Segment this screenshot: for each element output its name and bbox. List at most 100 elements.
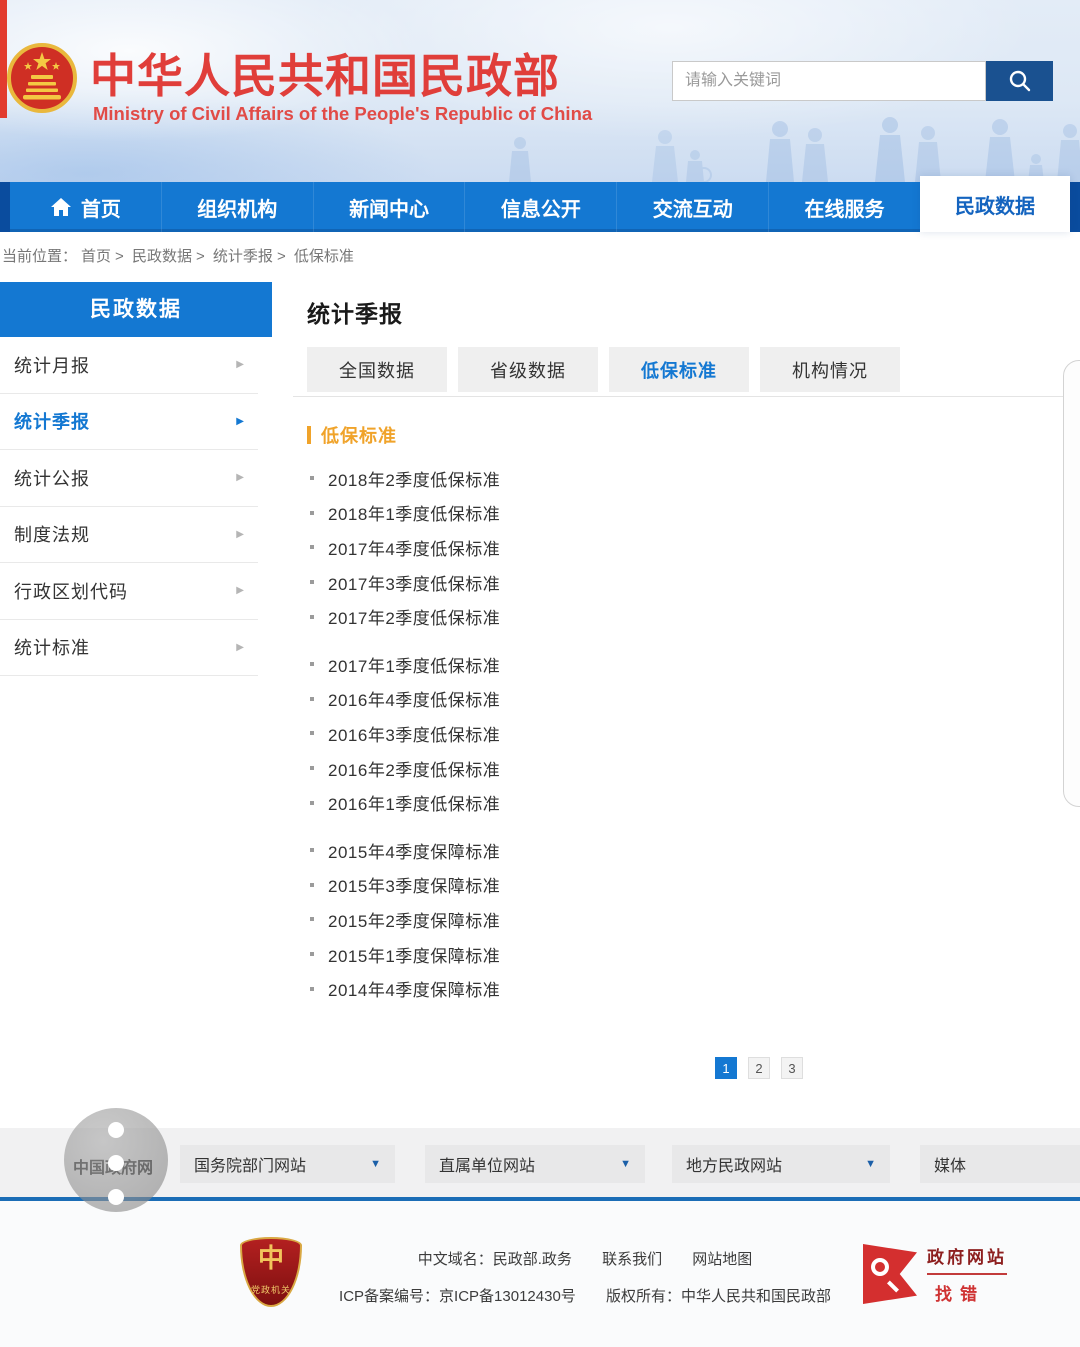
nav-item-label: 交流互动	[653, 193, 733, 222]
breadcrumb-prefix: 当前位置：	[2, 248, 77, 265]
sidebar-item-statistical-standards[interactable]: 统计标准 ▶	[0, 620, 258, 677]
sidebar-item-label: 行政区划代码	[14, 578, 128, 604]
report-list: 2018年2季度低保标准 2018年1季度低保标准 2017年4季度低保标准 2…	[307, 461, 867, 1019]
nav-item-civil-affairs-data[interactable]: 民政数据	[920, 176, 1070, 232]
list-item[interactable]: 2016年1季度低保标准	[307, 785, 867, 820]
sidebar-menu: 统计月报 ▶ 统计季报 ▶ 统计公报 ▶ 制度法规 ▶ 行政区划代码 ▶ 统计标…	[0, 337, 258, 676]
sidebar-title: 民政数据	[0, 282, 272, 337]
breadcrumb-item-home[interactable]: 首页	[81, 248, 111, 265]
bullet-icon	[310, 511, 314, 515]
sidebar-item-admin-division-codes[interactable]: 行政区划代码 ▶	[0, 563, 258, 620]
report-link[interactable]: 2018年2季度低保标准	[328, 466, 500, 491]
bullet-icon	[310, 987, 314, 991]
dropdown-media[interactable]: 媒体	[920, 1145, 1080, 1183]
tab-institution-status[interactable]: 机构情况	[760, 347, 900, 392]
report-link[interactable]: 2016年1季度低保标准	[328, 790, 500, 815]
sidebar-item-monthly-report[interactable]: 统计月报 ▶	[0, 337, 258, 394]
list-item[interactable]: 2017年4季度低保标准	[307, 530, 867, 565]
nav-item-organization[interactable]: 组织机构	[162, 182, 314, 232]
domain-label: 中文域名：民政部.政务	[418, 1251, 572, 1268]
list-item[interactable]: 2015年4季度保障标准	[307, 833, 867, 868]
sidebar-item-quarterly-report[interactable]: 统计季报 ▶	[0, 394, 258, 451]
report-link[interactable]: 2016年2季度低保标准	[328, 756, 500, 781]
list-item[interactable]: 2018年1季度低保标准	[307, 496, 867, 531]
nav-item-home[interactable]: 首页	[10, 182, 162, 232]
tab-subsistence-standard[interactable]: 低保标准	[609, 347, 749, 392]
page-title: 统计季报	[307, 295, 403, 329]
breadcrumb-separator: >	[115, 248, 124, 265]
national-emblem-icon	[6, 42, 78, 114]
site-title: 中华人民共和国民政部	[90, 40, 560, 106]
bullet-icon	[310, 476, 314, 480]
report-link[interactable]: 2015年3季度保障标准	[328, 872, 500, 897]
tab-provincial-data[interactable]: 省级数据	[458, 347, 598, 392]
sidebar-item-regulations[interactable]: 制度法规 ▶	[0, 507, 258, 564]
report-link[interactable]: 2017年2季度低保标准	[328, 604, 500, 629]
list-item[interactable]: 2017年1季度低保标准	[307, 647, 867, 682]
nav-item-online-services[interactable]: 在线服务	[769, 182, 920, 232]
report-link[interactable]: 2018年1季度低保标准	[328, 500, 500, 525]
report-link[interactable]: 2017年4季度低保标准	[328, 535, 500, 560]
nav-item-info-disclosure[interactable]: 信息公开	[465, 182, 617, 232]
pagination: 1 2 3	[715, 1057, 803, 1079]
tab-national-data[interactable]: 全国数据	[307, 347, 447, 392]
list-item[interactable]: 2016年2季度低保标准	[307, 751, 867, 786]
report-link[interactable]: 2015年2季度保障标准	[328, 907, 500, 932]
nav-item-interaction[interactable]: 交流互动	[617, 182, 769, 232]
page-button-2[interactable]: 2	[748, 1057, 770, 1079]
site-map-link[interactable]: 网站地图	[692, 1251, 752, 1268]
sidebar-item-statistical-bulletin[interactable]: 统计公报 ▶	[0, 450, 258, 507]
bullet-icon	[310, 883, 314, 887]
site-error-report-widget[interactable]: 政府网站 找错	[863, 1243, 1007, 1305]
page-button-1[interactable]: 1	[715, 1057, 737, 1079]
list-item[interactable]: 2015年1季度保障标准	[307, 937, 867, 972]
report-link[interactable]: 2016年3季度低保标准	[328, 721, 500, 746]
bullet-icon	[310, 917, 314, 921]
sidebar-item-label: 制度法规	[14, 521, 90, 547]
chevron-right-icon: ▶	[236, 529, 244, 540]
tab-underline	[293, 396, 1080, 397]
bullet-icon	[310, 731, 314, 735]
ellipsis-dot-icon	[108, 1189, 124, 1205]
sidebar-item-label: 统计公报	[14, 465, 90, 491]
list-item[interactable]: 2014年4季度保障标准	[307, 971, 867, 1006]
breadcrumb-separator: >	[196, 248, 205, 265]
search-button[interactable]	[986, 61, 1053, 101]
bullet-icon	[310, 952, 314, 956]
breadcrumb-item-data[interactable]: 民政数据	[132, 248, 192, 265]
floating-assistive-ball[interactable]	[64, 1108, 168, 1212]
error-report-rule	[927, 1273, 1007, 1275]
breadcrumb-item-quarterly[interactable]: 统计季报	[213, 248, 273, 265]
nav-item-news[interactable]: 新闻中心	[314, 182, 466, 232]
list-item[interactable]: 2017年3季度低保标准	[307, 565, 867, 600]
bullet-icon	[310, 801, 314, 805]
sidebar-item-label: 统计季报	[14, 408, 90, 434]
contact-us-link[interactable]: 联系我们	[602, 1251, 662, 1268]
report-link[interactable]: 2015年4季度保障标准	[328, 838, 500, 863]
home-icon	[50, 197, 72, 217]
nav-item-label: 信息公开	[501, 193, 581, 222]
page-button-3[interactable]: 3	[781, 1057, 803, 1079]
list-item[interactable]: 2018年2季度低保标准	[307, 461, 867, 496]
report-link[interactable]: 2017年1季度低保标准	[328, 652, 500, 677]
list-item[interactable]: 2017年2季度低保标准	[307, 599, 867, 634]
report-link[interactable]: 2014年4季度保障标准	[328, 976, 500, 1001]
sidebar-item-label: 统计月报	[14, 352, 90, 378]
list-item[interactable]: 2015年3季度保障标准	[307, 868, 867, 903]
list-item[interactable]: 2016年3季度低保标准	[307, 716, 867, 751]
list-item[interactable]: 2015年2季度保障标准	[307, 902, 867, 937]
scrollbar-pill[interactable]	[1063, 360, 1080, 807]
report-link[interactable]: 2015年1季度保障标准	[328, 942, 500, 967]
dropdown-affiliated-unit-sites[interactable]: 直属单位网站 ▼	[425, 1145, 645, 1183]
bullet-icon	[310, 697, 314, 701]
dropdown-state-council-sites[interactable]: 国务院部门网站 ▼	[180, 1145, 395, 1183]
nav-item-label: 在线服务	[805, 193, 885, 222]
search-input[interactable]	[672, 61, 986, 101]
report-link[interactable]: 2017年3季度低保标准	[328, 570, 500, 595]
report-link[interactable]: 2016年4季度低保标准	[328, 686, 500, 711]
chevron-right-icon: ▶	[236, 359, 244, 370]
list-item[interactable]: 2016年4季度低保标准	[307, 682, 867, 717]
nav-left-edge	[0, 182, 10, 232]
breadcrumb-separator: >	[277, 248, 286, 265]
dropdown-local-civil-affairs-sites[interactable]: 地方民政网站 ▼	[672, 1145, 890, 1183]
